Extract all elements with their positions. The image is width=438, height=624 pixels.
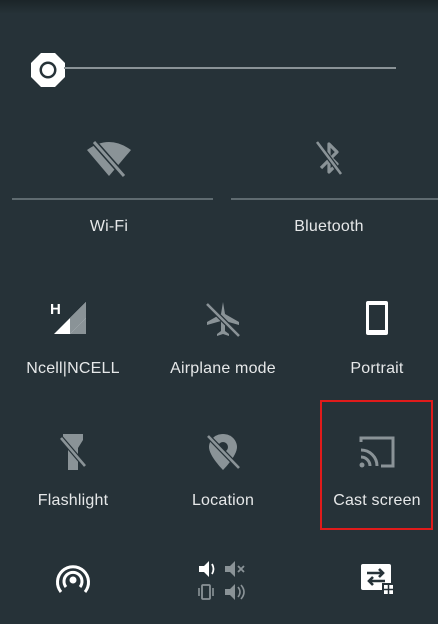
rotation-label: Portrait <box>350 360 404 377</box>
tile-location[interactable]: Location <box>150 432 296 542</box>
tile-screen-swap[interactable] <box>304 550 438 610</box>
tile-rotation[interactable]: Portrait <box>304 300 438 410</box>
phone-portrait-icon <box>357 300 397 340</box>
bluetooth-divider <box>231 198 438 200</box>
sound-mode-icon <box>197 558 249 604</box>
bluetooth-label: Bluetooth <box>294 218 364 235</box>
screen-swap-icon <box>355 558 399 598</box>
brightness-sun-icon[interactable] <box>28 50 68 90</box>
cellular-signal-icon: H <box>48 300 98 340</box>
wifi-divider <box>12 198 213 200</box>
network-type-text: H <box>50 301 61 318</box>
location-label: Location <box>191 492 255 509</box>
brightness-slider[interactable] <box>64 67 396 69</box>
tile-airplane-mode[interactable]: Airplane mode <box>150 300 296 410</box>
wifi-off-icon <box>84 136 134 180</box>
bluetooth-off-icon <box>311 136 347 180</box>
status-bar-shadow <box>0 0 438 14</box>
tile-wifi[interactable]: Wi-Fi <box>0 128 218 248</box>
tile-bluetooth[interactable]: Bluetooth <box>220 128 438 248</box>
tile-mobile-data[interactable]: H Ncell|NCELL <box>0 300 146 410</box>
tile-sound-mode[interactable] <box>150 550 296 610</box>
quick-settings-panel: Wi-Fi Bluetooth H Ncell|NCELL Airplane m… <box>0 0 438 624</box>
tile-hotspot[interactable] <box>0 550 146 610</box>
cast-highlight-box <box>320 400 433 530</box>
flashlight-label: Flashlight <box>37 492 109 509</box>
tile-flashlight[interactable]: Flashlight <box>0 432 146 542</box>
flashlight-off-icon <box>53 432 93 472</box>
wifi-label: Wi-Fi <box>89 218 129 235</box>
brightness-row <box>0 40 438 96</box>
hotspot-icon <box>53 558 93 598</box>
airplane-label: Airplane mode <box>170 360 276 377</box>
mobile-label: Ncell|NCELL <box>26 360 120 377</box>
airplane-off-icon <box>201 300 245 340</box>
location-off-icon <box>203 432 243 472</box>
